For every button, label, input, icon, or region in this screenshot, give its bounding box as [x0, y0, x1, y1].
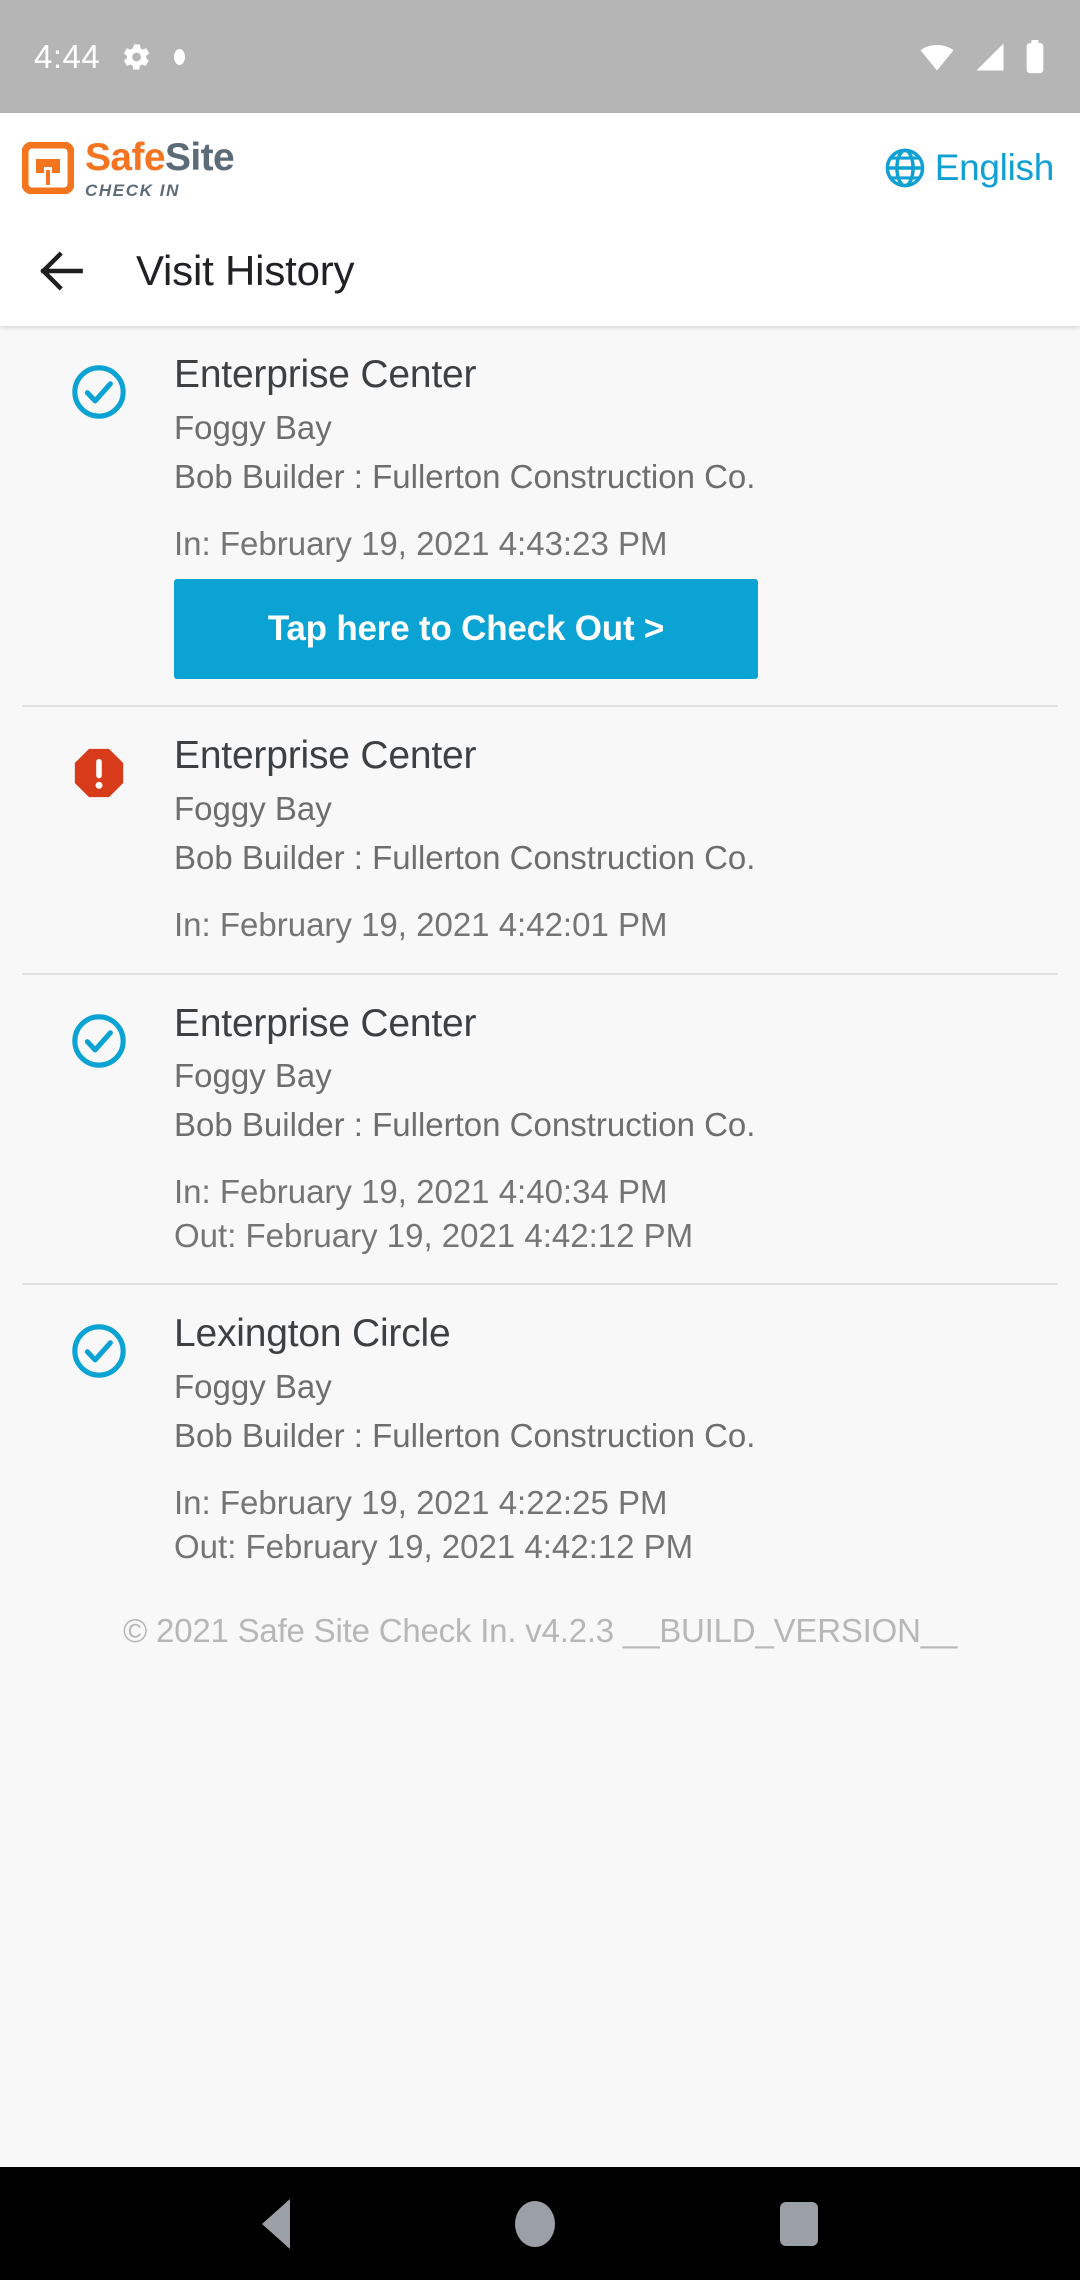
visit-times: In: February 19, 2021 4:43:23 PM — [174, 522, 1048, 566]
language-label: English — [934, 147, 1055, 188]
logo-word-safe: Safe — [85, 135, 166, 179]
visit-area: Foggy Bay — [174, 1368, 332, 1406]
logo-subtitle: CHECK IN — [85, 180, 180, 200]
visit-site-name: Enterprise Center — [174, 734, 477, 778]
footer-copyright: © 2021 Safe Site Check In. v4.2.3 __BUIL… — [122, 1612, 958, 1650]
visit-person: Bob Builder : Fullerton Construction Co. — [174, 839, 756, 877]
visit-person: Bob Builder : Fullerton Construction Co. — [174, 457, 756, 495]
app-header: SafeSite CHECK IN English Visit History — [0, 113, 1080, 326]
gear-icon — [122, 42, 152, 72]
visit-area: Foggy Bay — [174, 408, 332, 446]
app-logo: SafeSite CHECK IN — [21, 135, 235, 200]
status-bar-left: 4:44 — [34, 38, 186, 75]
wifi-icon — [918, 42, 956, 77]
check-circle-icon — [70, 1012, 128, 1258]
visit-times: In: February 19, 2021 4:42:01 PM — [174, 903, 1048, 947]
check-circle-icon — [70, 363, 128, 679]
visit-area: Foggy Bay — [174, 1057, 332, 1095]
logo-word-site: Site — [164, 135, 235, 179]
title-row: Visit History — [0, 223, 1080, 326]
nav-home-icon[interactable] — [514, 2200, 555, 2247]
visit-site-name: Enterprise Center — [174, 1001, 477, 1045]
brand-row: SafeSite CHECK IN English — [0, 113, 1080, 223]
list-item[interactable]: Lexington Circle Foggy Bay Bob Builder :… — [0, 1285, 1080, 1568]
list-item[interactable]: Enterprise Center Foggy Bay Bob Builder … — [0, 326, 1080, 680]
nav-back-icon[interactable] — [262, 2198, 291, 2249]
dot-icon — [174, 48, 186, 65]
list-item[interactable]: Enterprise Center Foggy Bay Bob Builder … — [0, 707, 1080, 946]
visit-time-in: In: February 19, 2021 4:22:25 PM — [174, 1484, 668, 1522]
alert-octagon-icon — [70, 744, 128, 946]
visit-time-in: In: February 19, 2021 4:42:01 PM — [174, 905, 668, 943]
visit-site-name: Enterprise Center — [174, 353, 477, 396]
battery-icon — [1024, 40, 1046, 79]
visit-person: Bob Builder : Fullerton Construction Co. — [174, 1106, 756, 1144]
visit-time-out: Out: February 19, 2021 4:42:12 PM — [174, 1216, 694, 1254]
signal-icon — [973, 42, 1007, 77]
visit-area: Foggy Bay — [174, 790, 332, 828]
status-bar-right — [918, 40, 1046, 79]
android-nav-bar — [0, 2167, 1080, 2280]
check-circle-icon — [70, 1322, 128, 1568]
visit-time-in: In: February 19, 2021 4:43:23 PM — [174, 524, 668, 562]
visit-person: Bob Builder : Fullerton Construction Co. — [174, 1417, 756, 1455]
phone-screen: 4:44 SafeSite CHECK IN English Visit His… — [0, 0, 1080, 2280]
clock-label: 4:44 — [34, 38, 101, 75]
visit-time-in: In: February 19, 2021 4:40:34 PM — [174, 1173, 668, 1211]
logo-wordmark: SafeSite — [85, 135, 235, 179]
globe-icon — [883, 146, 927, 190]
visit-times: In: February 19, 2021 4:22:25 PM Out: Fe… — [174, 1481, 1048, 1568]
page-title: Visit History — [136, 246, 355, 294]
check-out-button[interactable]: Tap here to Check Out > — [174, 579, 758, 680]
android-status-bar: 4:44 — [0, 0, 1080, 113]
safesite-logo-icon — [21, 141, 75, 195]
language-selector[interactable]: English — [883, 146, 1054, 190]
logo-text: SafeSite CHECK IN — [85, 135, 235, 200]
visit-site-name: Lexington Circle — [174, 1312, 451, 1356]
visit-time-out: Out: February 19, 2021 4:42:12 PM — [174, 1527, 694, 1565]
list-item[interactable]: Enterprise Center Foggy Bay Bob Builder … — [0, 975, 1080, 1258]
visit-history-list[interactable]: Enterprise Center Foggy Bay Bob Builder … — [0, 326, 1080, 2167]
back-arrow-icon[interactable] — [34, 243, 90, 299]
visit-times: In: February 19, 2021 4:40:34 PM Out: Fe… — [174, 1170, 1048, 1257]
nav-recent-icon[interactable] — [779, 2201, 818, 2246]
